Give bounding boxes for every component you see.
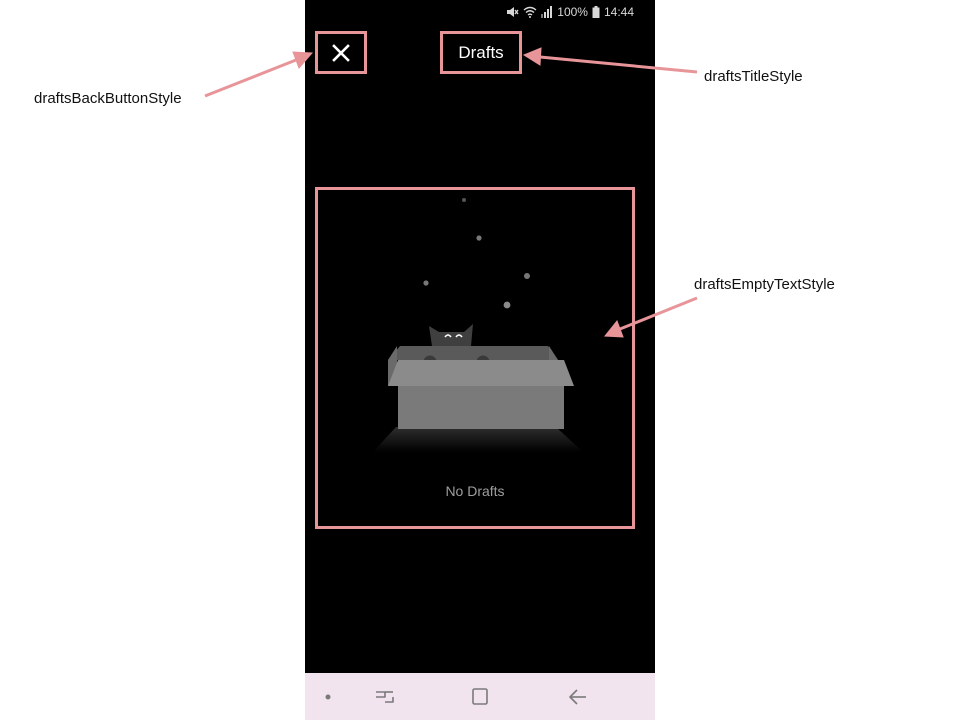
- title-annotation-label: draftsTitleStyle: [704, 68, 803, 85]
- page-title: Drafts: [458, 42, 504, 62]
- status-bar: 100% 14:44: [305, 0, 655, 24]
- nav-bar-icons: [325, 688, 586, 705]
- close-icon: [332, 43, 350, 62]
- recent-apps-icon[interactable]: [376, 691, 394, 703]
- back-arrow-icon[interactable]: [569, 689, 586, 705]
- phone-screen: 100% 14:44 Drafts No Drafts: [305, 0, 655, 720]
- signal-icon: [541, 6, 553, 18]
- battery-icon: [592, 6, 600, 18]
- cat-in-box-illustration: [373, 198, 583, 452]
- status-time: 14:44: [603, 5, 634, 19]
- drafts-empty-state: No Drafts: [315, 187, 635, 529]
- back-button-annotation-label: draftsBackButtonStyle: [34, 90, 182, 107]
- wifi-icon: [523, 6, 537, 18]
- mute-icon: [507, 7, 519, 17]
- dot-icon: [325, 694, 331, 700]
- empty-text-annotation-label: draftsEmptyTextStyle: [694, 276, 835, 293]
- system-nav-bar: [305, 673, 655, 720]
- home-icon[interactable]: [472, 688, 488, 705]
- drafts-back-button[interactable]: [315, 31, 367, 74]
- status-icons: 100% 14:44: [506, 5, 634, 19]
- back-button-arrow: [204, 51, 314, 98]
- battery-percent: 100%: [557, 5, 588, 19]
- drafts-title-box: Drafts: [440, 31, 522, 74]
- empty-state-text: No Drafts: [445, 483, 505, 499]
